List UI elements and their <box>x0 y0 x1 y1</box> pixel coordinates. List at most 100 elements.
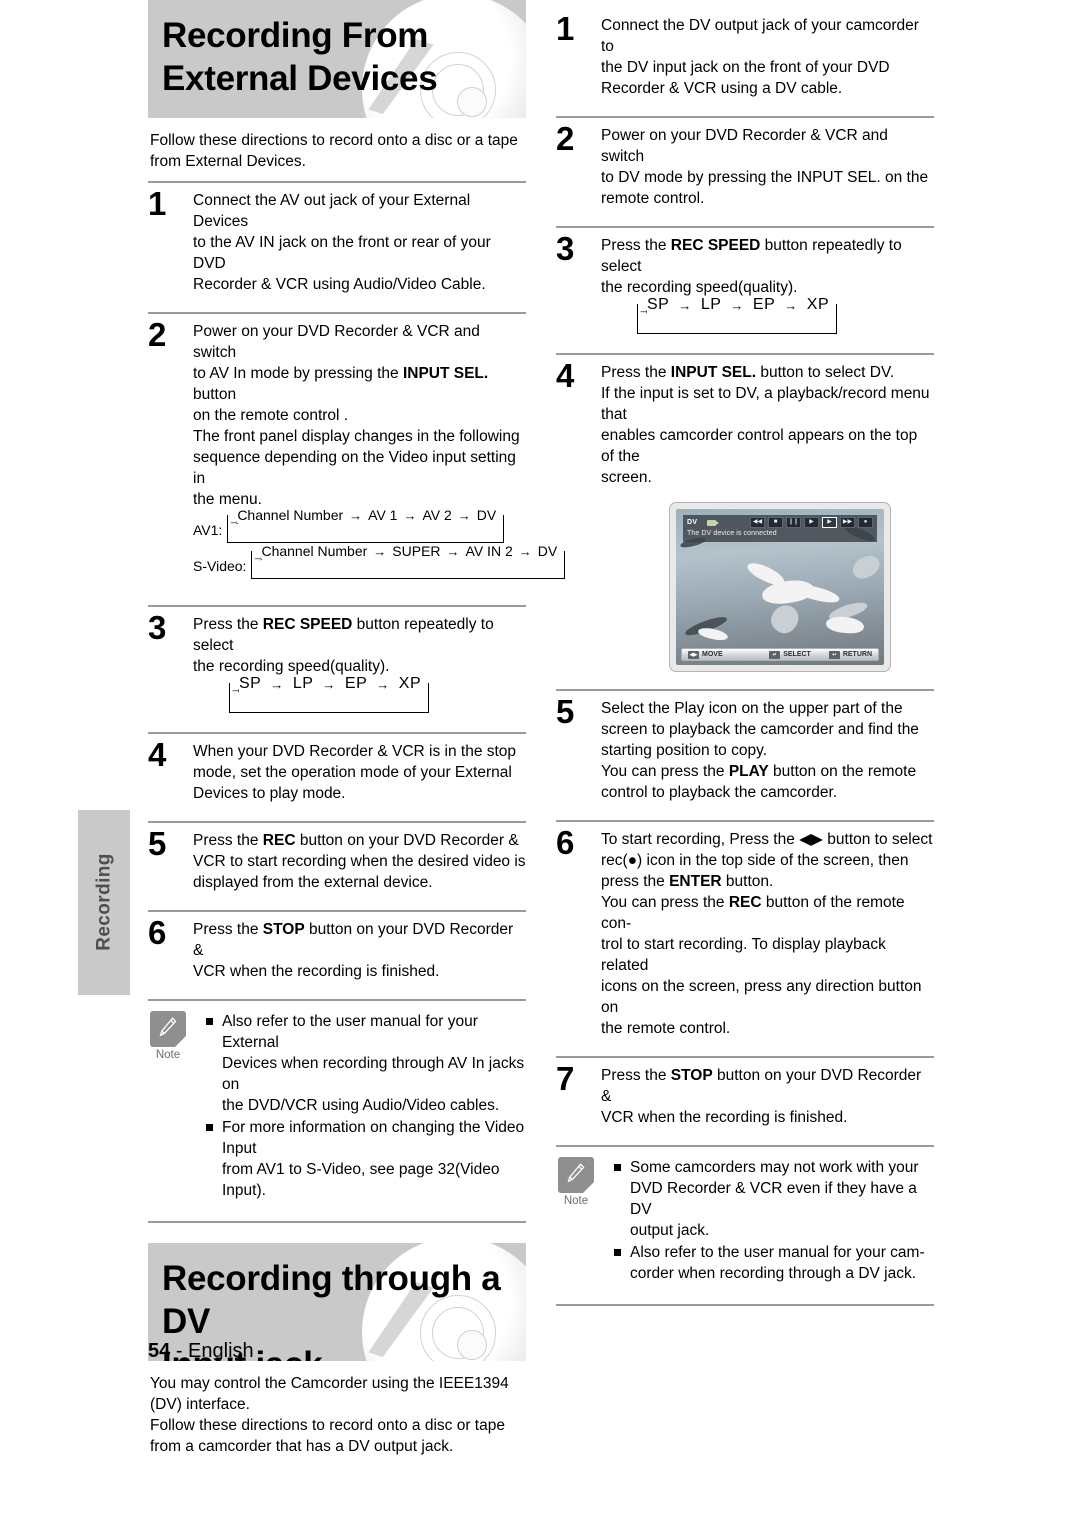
body-text: Press the <box>193 832 263 849</box>
step-text: Power on your DVD Recorder & VCR and swi… <box>601 125 934 209</box>
osd-control-row: DV ◀◀ ■ ❙❙ ▶ ▶ ▶▶ ● <box>687 517 873 528</box>
right-column: 1 Connect the DV output jack of your cam… <box>556 8 934 1306</box>
emphasis-text: STOP <box>670 1067 713 1084</box>
step-text: When your DVD Recorder & VCR is in the s… <box>193 741 526 804</box>
step-item: 4 Press the INPUT SEL. button to select … <box>556 355 934 680</box>
step-number: 6 <box>556 824 575 861</box>
key-guide-move: ◀▶ MOVE <box>688 650 723 659</box>
arrow-icon: → <box>373 543 387 559</box>
loop-bracket: → SP → LP → EP → XP <box>637 296 838 334</box>
arrow-icon: → <box>730 297 744 313</box>
loop-item: XP <box>398 675 422 692</box>
pencil-icon <box>558 1157 594 1193</box>
camcorder-icon <box>707 519 719 526</box>
stop-button[interactable]: ■ <box>768 517 783 528</box>
divider <box>148 1221 526 1223</box>
transport-controls[interactable]: ◀◀ ■ ❙❙ ▶ ▶ ▶▶ ● <box>750 517 873 528</box>
step-text: To start recording, Press the ◀▶ button … <box>601 829 934 1039</box>
step-number: 4 <box>556 357 575 394</box>
rec-speed-loop-diagram: → SP → LP → EP → XP <box>229 675 526 713</box>
step-text: Press the STOP button on your DVD Record… <box>193 919 526 982</box>
body-text: Press the <box>601 237 671 254</box>
sequence-label: AV1: <box>193 521 223 538</box>
step-item: 4 When your DVD Recorder & VCR is in the… <box>148 734 526 812</box>
step-item: 6 To start recording, Press the ◀▶ butto… <box>556 822 934 1047</box>
step-item: 3 Press the REC SPEED button repeatedly … <box>148 607 526 723</box>
step-text: Press the REC SPEED button repeatedly to… <box>193 614 526 677</box>
step-number: 6 <box>148 914 167 951</box>
loop-items: Channel Number → SUPER → AV IN 2 → DV <box>261 543 558 559</box>
slow-play-button[interactable]: ▶ <box>804 517 819 528</box>
step-number: 4 <box>148 736 167 773</box>
loop-item: SUPER <box>392 543 441 559</box>
step-number: 2 <box>556 120 575 157</box>
return-key-icon: ↩ <box>828 650 840 659</box>
play-button[interactable]: ▶ <box>822 517 837 528</box>
emphasis-text: REC SPEED <box>670 237 761 254</box>
step-number: 3 <box>148 609 167 646</box>
step-number: 2 <box>148 316 167 353</box>
seagull-body <box>825 615 865 635</box>
loop-items: Channel Number → AV 1 → AV 2 → DV <box>237 507 497 523</box>
step-item: 7 Press the STOP button on your DVD Reco… <box>556 1058 934 1136</box>
pause-button[interactable]: ❙❙ <box>786 517 801 528</box>
body-text: button on the remote control . The front… <box>193 386 520 508</box>
seagull-wing <box>848 551 884 583</box>
loop-item: SP <box>647 296 670 313</box>
section-intro-1: Follow these directions to record onto a… <box>150 132 518 170</box>
osd-panel: DV ◀◀ ■ ❙❙ ▶ ▶ ▶▶ ● The DV device is connected <box>683 515 877 542</box>
step-number: 7 <box>556 1060 575 1097</box>
emphasis-text: STOP <box>262 921 305 938</box>
osd-message: The DV device is connected <box>687 530 777 537</box>
chapter-tab-label: Recording <box>93 853 115 951</box>
loop-item: DV <box>537 543 558 559</box>
step-number: 3 <box>556 230 575 267</box>
loop-bracket: → Channel Number → AV 1 → AV 2 → DV <box>227 507 505 543</box>
loop-item: XP <box>806 296 830 313</box>
seagull-wing <box>791 581 841 606</box>
emphasis-text: REC <box>262 832 296 849</box>
key-guide-label: SELECT <box>783 651 811 658</box>
arrow-icon: → <box>446 543 460 559</box>
pencil-icon <box>150 1011 186 1047</box>
fast-forward-button[interactable]: ▶▶ <box>840 517 855 528</box>
body-text: Connect the DV output jack of your camco… <box>601 17 919 97</box>
emphasis-text: INPUT SEL. <box>402 365 489 382</box>
seagull-tail <box>766 600 804 638</box>
note-label: Note <box>563 1195 589 1207</box>
step-text: Connect the AV out jack of your External… <box>193 190 526 295</box>
step-text: Select the Play icon on the upper part o… <box>601 698 934 803</box>
loop-bracket: → Channel Number → SUPER → AV IN 2 → DV <box>251 543 566 579</box>
step-item: 6 Press the STOP button on your DVD Reco… <box>148 912 526 990</box>
record-button[interactable]: ● <box>858 517 873 528</box>
body-text: button to select DV. If the input is set… <box>601 364 930 486</box>
step-text: Press the STOP button on your DVD Record… <box>601 1065 934 1128</box>
note-icon-group: Note <box>558 1157 596 1207</box>
section-title-2: Recording through a DV Input jack <box>162 1259 501 1361</box>
emphasis-text: PLAY <box>728 763 769 780</box>
body-text: Press the <box>601 1067 671 1084</box>
step-text: Press the REC button on your DVD Recorde… <box>193 830 526 893</box>
arrow-icon: → <box>322 676 336 692</box>
note-label: Note <box>155 1049 181 1061</box>
loop-item: AV 2 <box>422 507 452 523</box>
section-heading-banner-1: Recording From External Devices <box>148 0 526 118</box>
loop-item: LP <box>700 296 722 313</box>
tv-screen-illustration: DV ◀◀ ■ ❙❙ ▶ ▶ ▶▶ ● The DV device is connected… <box>669 502 891 672</box>
arrow-icon: → <box>270 676 284 692</box>
note-box: Note Also refer to the user manual for y… <box>148 1001 526 1212</box>
note-item: Some camcorders may not work with your D… <box>614 1157 934 1241</box>
note-list: Also refer to the user manual for your E… <box>206 1011 526 1201</box>
arrow-icon: → <box>457 507 471 523</box>
loop-bracket: → SP → LP → EP → XP <box>229 675 430 713</box>
section-title-1: Recording From External Devices <box>162 16 438 98</box>
sequence-row: AV1: → Channel Number → AV 1 → AV 2 → DV <box>193 507 526 543</box>
seagull-body <box>697 625 729 643</box>
note-list: Some camcorders may not work with your D… <box>614 1157 934 1284</box>
note-item: Also refer to the user manual for your E… <box>206 1011 526 1116</box>
step-text: Power on your DVD Recorder & VCR and swi… <box>193 321 526 510</box>
pencil-glyph <box>567 1163 585 1183</box>
rewind-button[interactable]: ◀◀ <box>750 517 765 528</box>
step-number: 1 <box>556 10 575 47</box>
body-text: button of the remote con- trol to start … <box>601 894 922 1037</box>
